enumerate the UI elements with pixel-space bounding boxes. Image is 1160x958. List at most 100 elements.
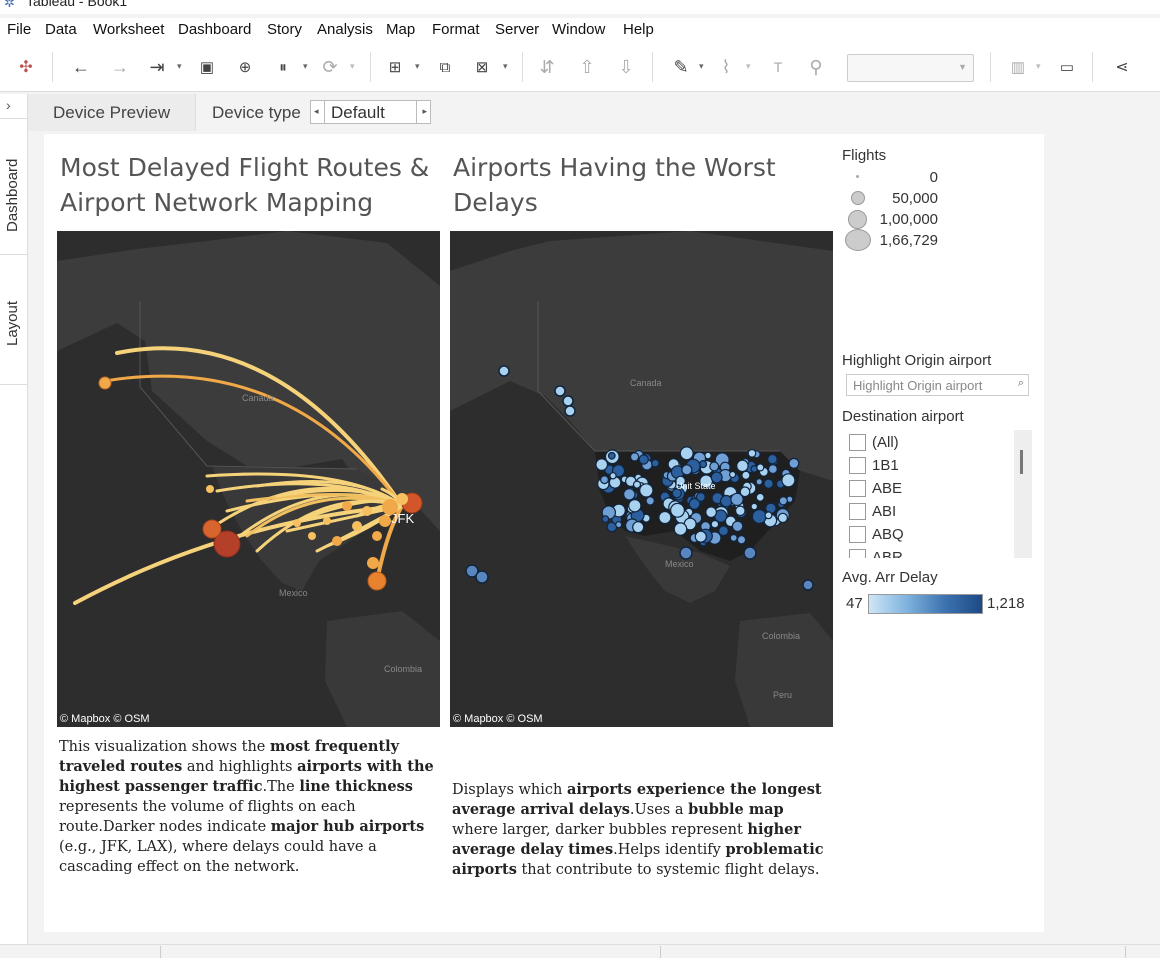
desc-text: where larger, darker bubbles represent xyxy=(452,822,748,838)
avg-delay-color-ramp xyxy=(868,594,983,614)
device-preview-label: Device Preview xyxy=(53,103,171,122)
device-type-label: Device type xyxy=(212,103,301,122)
delay-bubble xyxy=(802,579,814,591)
delay-bubble xyxy=(694,530,707,543)
jfk-label: JFK xyxy=(391,511,415,526)
routes-map-graphic xyxy=(57,231,440,727)
chevron-right-icon[interactable]: ▸ xyxy=(422,106,427,117)
filter-item[interactable]: ABR xyxy=(849,546,903,558)
highlight-icon[interactable]: ✎ xyxy=(668,54,694,80)
pause-updates-icon[interactable]: ⏸ xyxy=(270,54,296,80)
map-attribution[interactable]: © Mapbox © OSM xyxy=(60,713,150,725)
checkbox[interactable] xyxy=(849,479,866,497)
sort-descending-icon[interactable]: ⇩ xyxy=(613,54,639,80)
sort-ascending-icon[interactable]: ⇧ xyxy=(574,54,600,80)
show-me-icon[interactable]: ▥ xyxy=(1005,54,1031,80)
chevron-down-icon[interactable]: ▾ xyxy=(303,61,308,72)
scrollbar-thumb[interactable] xyxy=(1020,450,1023,474)
delay-bubble xyxy=(658,510,672,525)
menu-dashboard[interactable]: Dashboard xyxy=(178,21,251,38)
tableau-logo-icon[interactable]: ✣ xyxy=(13,54,39,80)
filter-item[interactable]: (All) xyxy=(849,431,899,453)
chevron-down-icon[interactable]: ▾ xyxy=(503,61,508,72)
menu-story[interactable]: Story xyxy=(267,21,302,38)
filter-item[interactable]: 1B1 xyxy=(849,454,899,476)
delay-bubble xyxy=(651,458,660,468)
highlight-origin-input[interactable]: Highlight Origin airport ⌕ xyxy=(846,374,1029,396)
refresh-icon[interactable]: ⟳ xyxy=(317,54,343,80)
select-divider xyxy=(324,101,325,123)
delay-bubble xyxy=(767,453,778,465)
search-icon: ⌕ xyxy=(1017,377,1024,389)
chevron-down-icon[interactable]: ▾ xyxy=(350,61,355,72)
swap-icon[interactable]: ⇵ xyxy=(534,54,560,80)
device-type-select[interactable]: ◂ Default ▸ xyxy=(310,100,431,124)
label-icon[interactable]: T xyxy=(765,54,791,80)
map-attribution[interactable]: © Mapbox © OSM xyxy=(453,713,543,725)
routes-map[interactable]: Canada Mexico Colombia JFK © Mapbox © OS… xyxy=(57,231,440,727)
menu-map[interactable]: Map xyxy=(386,21,415,38)
toolbar-divider xyxy=(1092,52,1093,82)
pin-icon[interactable]: ⚲ xyxy=(803,54,829,80)
filter-item-label: (All) xyxy=(872,433,899,451)
new-worksheet-icon[interactable]: ⊞ xyxy=(382,54,408,80)
delay-bubble xyxy=(607,451,616,460)
size-legend-dot xyxy=(856,175,859,178)
duplicate-icon[interactable]: ⧉ xyxy=(432,54,458,80)
canada-label: Canada xyxy=(630,378,662,388)
tab-layout[interactable]: Layout xyxy=(4,301,21,346)
filter-item[interactable]: ABQ xyxy=(849,523,904,545)
replay-icon[interactable]: ⇥ xyxy=(144,54,170,80)
expand-panel-icon[interactable]: › xyxy=(6,97,11,113)
checkbox[interactable] xyxy=(849,525,866,543)
routes-title-line1: Most Delayed Flight Routes & xyxy=(60,153,430,182)
checkbox[interactable] xyxy=(849,502,866,520)
checkbox[interactable] xyxy=(849,433,866,451)
delay-bubble xyxy=(710,519,720,529)
menu-format[interactable]: Format xyxy=(432,21,480,38)
toolbar-divider xyxy=(652,52,653,82)
undo-icon[interactable]: ← xyxy=(68,54,94,80)
desc-text: .Helps identify xyxy=(613,842,726,858)
chevron-down-icon[interactable]: ▾ xyxy=(699,61,704,72)
fit-dropdown[interactable]: ▼ xyxy=(847,54,974,82)
tab-dashboard[interactable]: Dashboard xyxy=(4,159,21,232)
chevron-left-icon[interactable]: ◂ xyxy=(314,106,319,117)
desc-bold: major hub airports xyxy=(270,818,425,835)
chevron-down-icon[interactable]: ▾ xyxy=(415,61,420,72)
chevron-down-icon[interactable]: ▾ xyxy=(746,61,751,72)
new-datasource-icon[interactable]: ⊕ xyxy=(232,54,258,80)
menu-file[interactable]: File xyxy=(7,21,31,38)
desc-bold: bubble map xyxy=(688,801,784,818)
colombia-label: Colombia xyxy=(384,664,423,674)
delay-bubble xyxy=(679,546,693,560)
menu-server[interactable]: Server xyxy=(495,21,539,38)
presentation-icon[interactable]: ▭ xyxy=(1054,54,1080,80)
chevron-down-icon[interactable]: ▾ xyxy=(1036,61,1041,72)
menu-help[interactable]: Help xyxy=(623,21,654,38)
checkbox[interactable] xyxy=(849,548,866,558)
chevron-down-icon[interactable]: ▾ xyxy=(177,61,182,72)
delay-bubble xyxy=(767,464,778,475)
menu-data[interactable]: Data xyxy=(45,21,77,38)
filter-item[interactable]: ABI xyxy=(849,500,896,522)
save-icon[interactable]: ▣ xyxy=(194,54,220,80)
filter-scrollbar[interactable] xyxy=(1014,430,1032,558)
redo-icon[interactable]: → xyxy=(107,54,133,80)
device-preview-button[interactable]: Device Preview xyxy=(28,94,196,131)
share-icon[interactable]: ⋖ xyxy=(1109,54,1135,80)
delay-bubble xyxy=(562,395,574,407)
checkbox[interactable] xyxy=(849,456,866,474)
menu-window[interactable]: Window xyxy=(552,21,605,38)
clear-icon[interactable]: ⊠ xyxy=(469,54,495,80)
delay-bubble xyxy=(763,478,774,489)
menu-analysis[interactable]: Analysis xyxy=(317,21,373,38)
avg-delay-legend-title: Avg. Arr Delay xyxy=(842,569,938,586)
routes-title-line2: Airport Network Mapping xyxy=(60,188,374,217)
device-preview-bar: Device Preview Device type ◂ Default ▸ xyxy=(28,94,1160,131)
menu-worksheet[interactable]: Worksheet xyxy=(93,21,164,38)
delays-map[interactable]: Canada Unit State Mexico Colombia Peru ©… xyxy=(450,231,833,727)
group-icon[interactable]: ⌇ xyxy=(713,54,739,80)
mexico-label: Mexico xyxy=(665,559,694,569)
filter-item[interactable]: ABE xyxy=(849,477,902,499)
